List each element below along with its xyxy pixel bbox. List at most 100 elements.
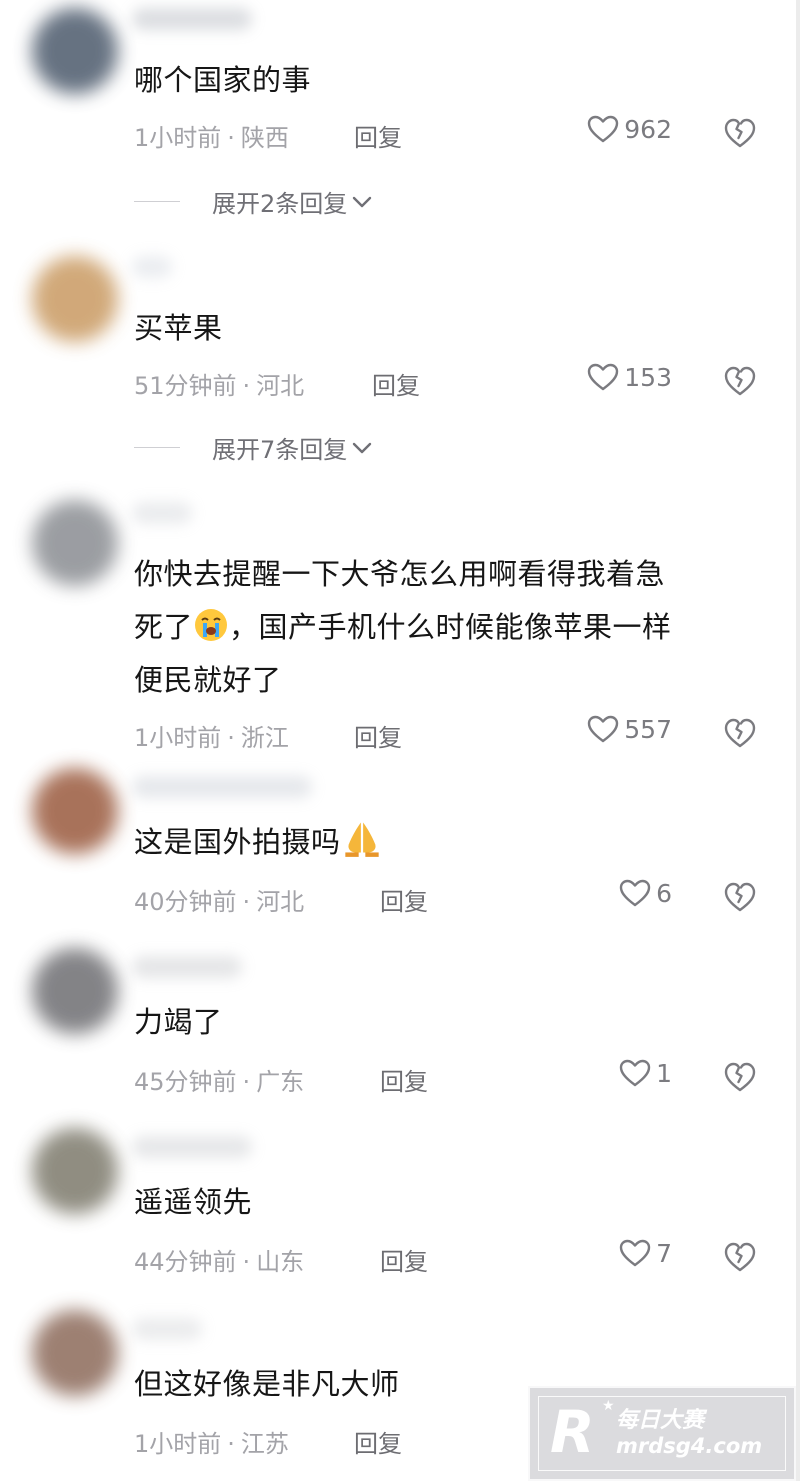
expand-replies-button[interactable]: 展开7条回复: [134, 430, 373, 465]
comment-text: 这是国外拍摄吗: [134, 816, 764, 869]
comment-text: 哪个国家的事: [134, 63, 312, 97]
dislike-icon[interactable]: [722, 880, 758, 914]
comment-location: 河北: [256, 372, 305, 400]
comment-text: 你快去提醒一下大爷怎么用啊看得我着急 死了 ，国产手机什么时候能像苹果一样 便民就…: [134, 548, 764, 707]
comment-location: 河北: [256, 888, 305, 916]
like-button[interactable]: 6: [618, 878, 672, 908]
watermark: R ★ 每日大赛 mrdsg4.com: [528, 1386, 796, 1481]
heart-icon: [588, 363, 619, 391]
divider-line: [134, 201, 180, 202]
separator-dot: ·: [242, 1248, 251, 1276]
comment-meta: 44分钟前 · 山东: [134, 1242, 304, 1277]
watermark-logo: R: [550, 1398, 595, 1466]
watermark-title: 每日大赛: [616, 1408, 705, 1433]
folded-hands-emoji: [344, 822, 379, 857]
avatar[interactable]: [32, 500, 118, 586]
comment-meta: 1小时前 · 陕西: [134, 118, 289, 153]
like-button[interactable]: 962: [586, 114, 672, 144]
like-button[interactable]: 153: [586, 362, 672, 392]
expand-replies-button[interactable]: 展开2条回复: [134, 184, 373, 219]
separator-dot: ·: [227, 124, 235, 152]
comment-location: 浙江: [240, 724, 289, 752]
comment-time: 44分钟前: [134, 1248, 237, 1276]
comment-location: 山东: [256, 1248, 305, 1276]
comment-text-line: 死了 ，国产手机什么时候能像苹果一样: [134, 601, 764, 654]
comment-text: 遥遥领先: [134, 1185, 253, 1219]
comment-location: 江苏: [240, 1430, 289, 1458]
avatar[interactable]: [32, 256, 118, 342]
dislike-icon[interactable]: [722, 716, 758, 750]
username-blurred[interactable]: [132, 1318, 202, 1340]
reply-button[interactable]: 回复: [380, 1062, 428, 1097]
comment-text: 买苹果: [134, 311, 223, 345]
dislike-icon[interactable]: [722, 1060, 758, 1094]
star-icon: ★: [602, 1398, 615, 1414]
avatar[interactable]: [32, 948, 118, 1034]
comment-time: 51分钟前: [134, 372, 237, 400]
like-count: 1: [656, 1058, 672, 1088]
like-count: 962: [624, 114, 672, 144]
username-blurred[interactable]: [132, 776, 312, 798]
comment-time: 1小时前: [134, 124, 222, 152]
comment-time: 40分钟前: [134, 888, 237, 916]
expand-replies-label: 展开7条回复: [212, 436, 348, 464]
separator-dot: ·: [242, 372, 251, 400]
comment-text-segment: 死了: [134, 610, 194, 644]
watermark-url: mrdsg4.com: [616, 1434, 763, 1458]
username-blurred[interactable]: [132, 256, 172, 278]
like-count: 7: [656, 1238, 672, 1268]
username-blurred[interactable]: [132, 956, 242, 978]
comment-text-line: 你快去提醒一下大爷怎么用啊看得我着急: [134, 557, 666, 591]
heart-icon: [619, 1059, 651, 1087]
separator-dot: ·: [242, 888, 251, 916]
divider-line: [134, 447, 180, 448]
expand-replies-label: 展开2条回复: [212, 190, 348, 218]
comment-time: 1小时前: [134, 724, 222, 752]
comment-meta: 40分钟前 · 河北: [134, 882, 304, 917]
heart-icon: [619, 1239, 651, 1267]
chevron-down-icon: [353, 196, 372, 207]
comment-meta: 1小时前 · 浙江: [134, 718, 289, 753]
comment-text-line: 便民就好了: [134, 663, 282, 697]
comment-meta: 1小时前 · 江苏: [134, 1424, 289, 1459]
comment-location: 广东: [256, 1068, 305, 1096]
reply-button[interactable]: 回复: [372, 366, 420, 401]
dislike-icon[interactable]: [722, 364, 758, 398]
avatar[interactable]: [32, 8, 118, 94]
separator-dot: ·: [227, 1430, 235, 1458]
comment-text-segment: 这是国外拍摄吗: [134, 825, 341, 859]
comment-time: 45分钟前: [134, 1068, 237, 1096]
reply-button[interactable]: 回复: [380, 1242, 428, 1277]
reply-button[interactable]: 回复: [354, 718, 402, 753]
like-count: 6: [656, 878, 672, 908]
comment-location: 陕西: [240, 124, 289, 152]
avatar[interactable]: [32, 768, 118, 854]
separator-dot: ·: [227, 724, 235, 752]
username-blurred[interactable]: [132, 1136, 252, 1158]
separator-dot: ·: [242, 1068, 251, 1096]
comment-meta: 51分钟前 · 河北: [134, 366, 304, 401]
heart-icon: [588, 115, 619, 143]
dislike-icon[interactable]: [722, 116, 758, 150]
reply-button[interactable]: 回复: [380, 882, 428, 917]
username-blurred[interactable]: [132, 502, 192, 524]
dislike-icon[interactable]: [722, 1240, 758, 1274]
reply-button[interactable]: 回复: [354, 118, 402, 153]
comment-meta: 45分钟前 · 广东: [134, 1062, 304, 1097]
like-count: 153: [624, 362, 672, 392]
like-button[interactable]: 1: [618, 1058, 672, 1088]
comment-text: 力竭了: [134, 1005, 223, 1039]
comment-time: 1小时前: [134, 1430, 222, 1458]
like-button[interactable]: 557: [586, 714, 672, 744]
comment-text-segment: ，国产手机什么时候能像苹果一样: [229, 610, 672, 644]
reply-button[interactable]: 回复: [354, 1424, 402, 1459]
username-blurred[interactable]: [132, 8, 252, 30]
crying-face-emoji: [195, 609, 228, 641]
chevron-down-icon: [353, 442, 372, 453]
avatar[interactable]: [32, 1128, 118, 1214]
heart-icon: [588, 715, 619, 743]
like-button[interactable]: 7: [618, 1238, 672, 1268]
heart-icon: [619, 879, 651, 907]
avatar[interactable]: [32, 1310, 118, 1396]
like-count: 557: [624, 714, 672, 744]
